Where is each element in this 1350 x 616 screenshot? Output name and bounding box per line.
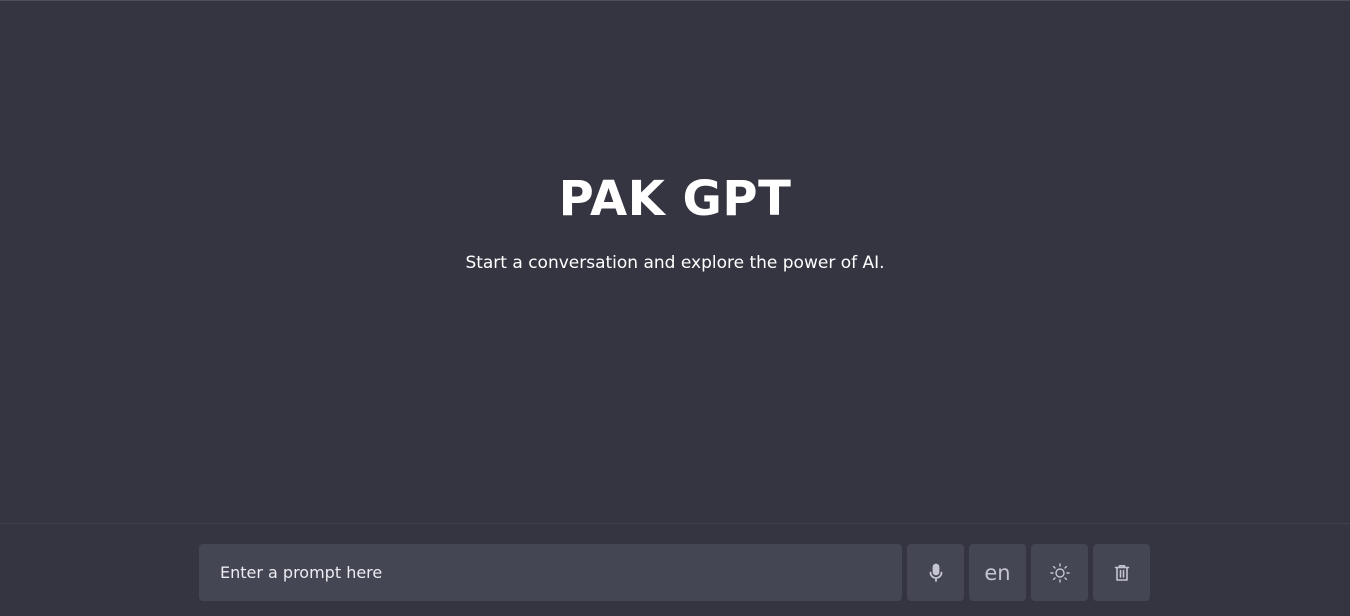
language-label: en: [984, 561, 1011, 585]
prompt-input[interactable]: [199, 544, 902, 601]
sun-icon: [1049, 562, 1071, 584]
microphone-icon: [927, 563, 945, 583]
chat-app: PAK GPT Start a conversation and explore…: [0, 0, 1350, 616]
language-button[interactable]: en: [969, 544, 1026, 601]
clear-chat-button[interactable]: [1093, 544, 1150, 601]
prompt-bar: en: [0, 523, 1350, 616]
theme-toggle-button[interactable]: [1031, 544, 1088, 601]
voice-input-button[interactable]: [907, 544, 964, 601]
trash-icon: [1114, 564, 1130, 582]
welcome-section: PAK GPT Start a conversation and explore…: [0, 1, 1350, 523]
app-title: PAK GPT: [558, 171, 792, 227]
welcome-subtitle: Start a conversation and explore the pow…: [465, 253, 885, 273]
